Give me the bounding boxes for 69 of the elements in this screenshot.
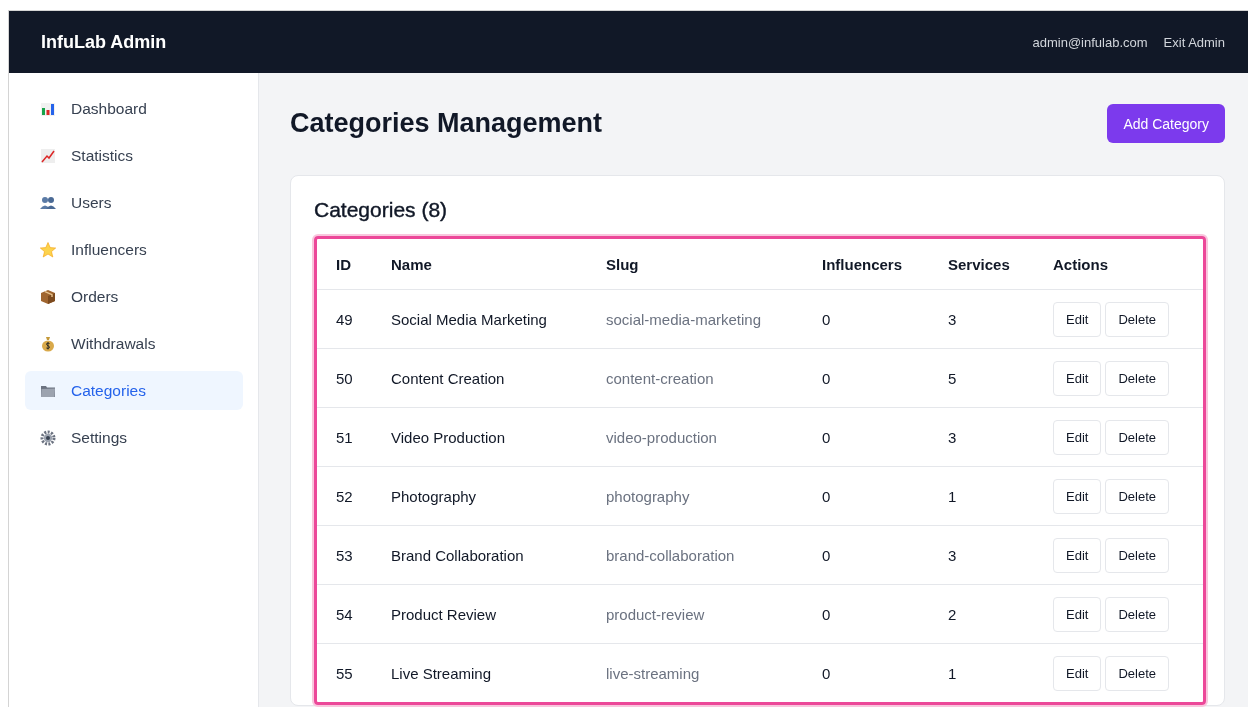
name-cell: Social Media Marketing [391, 289, 606, 349]
edit-button[interactable]: Edit [1053, 419, 1102, 455]
sidebar-item[interactable]: Dashboard [25, 89, 243, 128]
id-cell: 49 [317, 289, 391, 349]
column-header: ID [317, 239, 391, 290]
edit-button[interactable]: Edit [1053, 596, 1102, 632]
exit-admin-link[interactable]: Exit Admin [1163, 34, 1225, 50]
edit-button[interactable]: Edit [1053, 360, 1102, 396]
influencers-cell: 0 [822, 289, 948, 349]
app-title: InfuLab Admin [41, 31, 167, 53]
slug-cell: live-streaming [606, 643, 822, 702]
package-icon [40, 288, 56, 305]
column-header: Services [948, 239, 1053, 290]
user-email: admin@infulab.com [1032, 34, 1148, 50]
influencers-cell: 0 [822, 643, 948, 702]
sidebar-item[interactable]: Withdrawals [25, 324, 243, 363]
delete-button[interactable]: Delete [1105, 360, 1169, 396]
name-cell: Product Review [391, 584, 606, 644]
edit-button[interactable]: Edit [1053, 478, 1102, 514]
influencers-cell: 0 [822, 407, 948, 467]
column-header: Influencers [822, 239, 948, 290]
slug-cell: photography [606, 466, 822, 526]
influencers-cell: 0 [822, 584, 948, 644]
bar-chart-icon [40, 100, 56, 117]
id-cell: 53 [317, 525, 391, 585]
money-bag-icon [40, 335, 56, 352]
sidebar-item[interactable]: Influencers [25, 230, 243, 269]
sidebar-item[interactable]: Categories [25, 371, 243, 410]
column-header: Name [391, 239, 606, 290]
influencers-cell: 0 [822, 525, 948, 585]
edit-button[interactable]: Edit [1053, 301, 1102, 337]
delete-button[interactable]: Delete [1105, 478, 1169, 514]
sidebar-item[interactable]: Users [25, 183, 243, 222]
id-cell: 51 [317, 407, 391, 467]
slug-cell: video-production [606, 407, 822, 467]
slug-cell: product-review [606, 584, 822, 644]
card-title: Categories (8) [314, 198, 449, 222]
name-cell: Video Production [391, 407, 606, 467]
influencers-cell: 0 [822, 466, 948, 526]
add-category-button[interactable]: Add Category [1107, 104, 1225, 143]
id-cell: 54 [317, 584, 391, 644]
gear-icon [40, 429, 56, 446]
delete-button[interactable]: Delete [1105, 419, 1169, 455]
name-cell: Photography [391, 466, 606, 526]
delete-button[interactable]: Delete [1105, 301, 1169, 337]
line-chart-icon [40, 147, 56, 164]
page-title: Categories Management [290, 108, 603, 139]
users-icon [40, 194, 56, 211]
sidebar-item[interactable]: Settings [25, 418, 243, 457]
column-header: Actions [1053, 239, 1203, 290]
name-cell: Content Creation [391, 348, 606, 408]
influencers-cell: 0 [822, 348, 948, 408]
delete-button[interactable]: Delete [1105, 655, 1169, 691]
id-cell: 52 [317, 466, 391, 526]
edit-button[interactable]: Edit [1053, 655, 1102, 691]
delete-button[interactable]: Delete [1105, 537, 1169, 573]
delete-button[interactable]: Delete [1105, 596, 1169, 632]
name-cell: Brand Collaboration [391, 525, 606, 585]
sidebar-item[interactable]: Statistics [25, 136, 243, 175]
name-cell: Live Streaming [391, 643, 606, 702]
slug-cell: brand-collaboration [606, 525, 822, 585]
slug-cell: social-media-marketing [606, 289, 822, 349]
edit-button[interactable]: Edit [1053, 537, 1102, 573]
column-header: Slug [606, 239, 822, 290]
id-cell: 50 [317, 348, 391, 408]
star-icon [40, 241, 56, 258]
slug-cell: content-creation [606, 348, 822, 408]
id-cell: 55 [317, 643, 391, 702]
sidebar-item[interactable]: Orders [25, 277, 243, 316]
